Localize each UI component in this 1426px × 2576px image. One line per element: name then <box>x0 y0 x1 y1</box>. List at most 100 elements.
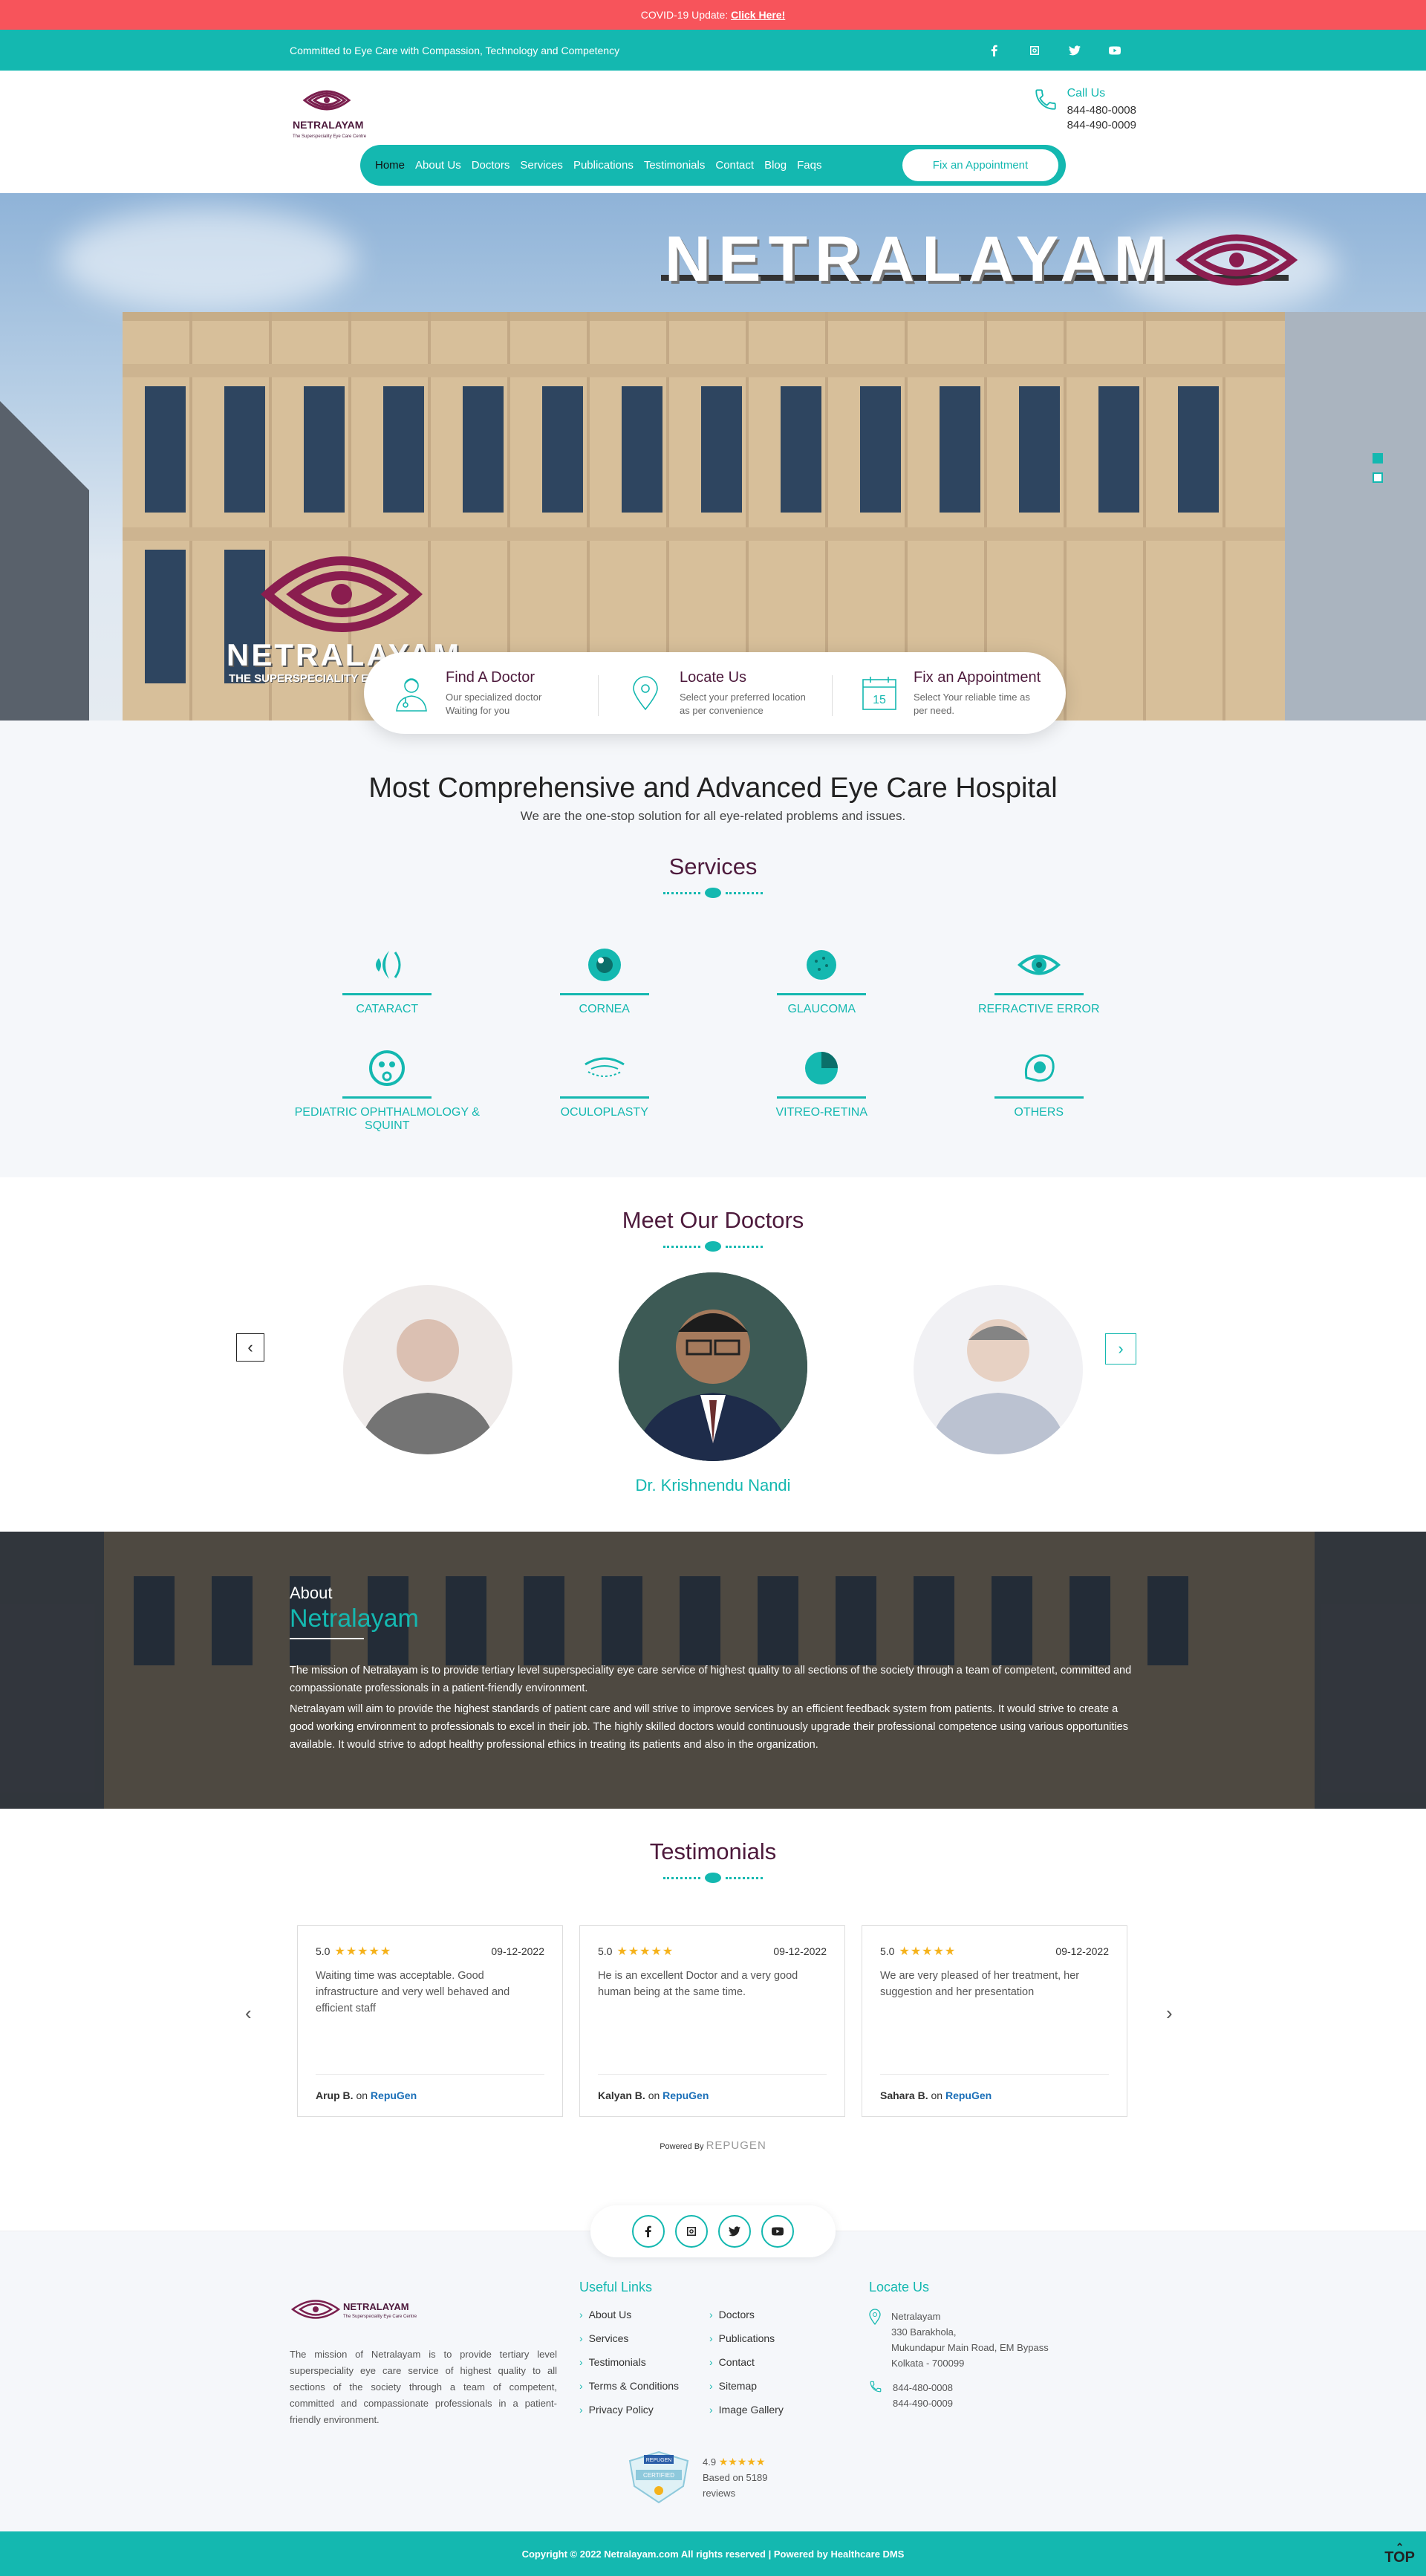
youtube-icon[interactable] <box>1102 38 1127 63</box>
covid-alert-bar: COVID-19 Update: Click Here! <box>0 0 1426 30</box>
footer-link-sitemap[interactable]: Sitemap <box>709 2380 839 2392</box>
logo-tagline: The Superspeciality Eye Care Centre <box>293 134 367 139</box>
top-bar: Committed to Eye Care with Compassion, T… <box>0 30 1426 71</box>
review-source-link[interactable]: RepuGen <box>662 2089 709 2101</box>
rating-value: 5.0 <box>316 1945 331 1957</box>
feature-desc-line: Select your preferred location <box>680 691 806 703</box>
about-section: About Netralayam The mission of Netralay… <box>0 1532 1426 1809</box>
service-refractive-error[interactable]: REFRACTIVE ERROR <box>931 943 1148 1016</box>
footer-link-services[interactable]: Services <box>579 2332 709 2344</box>
service-others[interactable]: OTHERS <box>931 1046 1148 1133</box>
doctor-photo-right[interactable] <box>914 1285 1083 1454</box>
review-date: 09-12-2022 <box>1055 1945 1109 1957</box>
review-author: Kalyan B. <box>598 2089 645 2101</box>
find-doctor-card[interactable]: Find A Doctor Our specialized doctor Wai… <box>364 669 598 718</box>
intro-title: Most Comprehensive and Advanced Eye Care… <box>368 773 1058 804</box>
site-header: NETRALAYAM The Superspeciality Eye Care … <box>0 71 1426 193</box>
facebook-icon[interactable] <box>632 2215 665 2248</box>
doctor-photo-active[interactable] <box>619 1272 807 1461</box>
footer-link-testimonials[interactable]: Testimonials <box>579 2356 709 2368</box>
location-pin-icon <box>869 2309 881 2325</box>
service-glaucoma[interactable]: GLAUCOMA <box>713 943 931 1016</box>
nav-publications[interactable]: Publications <box>573 159 634 172</box>
footer-phone-2[interactable]: 844-490-0009 <box>893 2396 953 2411</box>
service-label: OTHERS <box>1014 1106 1064 1119</box>
doctors-prev-arrow[interactable]: ‹ <box>236 1333 264 1362</box>
nav-testimonials[interactable]: Testimonials <box>644 159 706 172</box>
nav-doctors[interactable]: Doctors <box>472 159 510 172</box>
footer-phones: 844-480-0008 844-490-0009 <box>869 2380 1049 2411</box>
social-links <box>982 38 1127 63</box>
service-label: CORNEA <box>579 1003 630 1015</box>
footer-address: Netralayam 330 Barakhola, Mukundapur Mai… <box>869 2309 1049 2371</box>
footer-link-contact[interactable]: Contact <box>709 2356 839 2368</box>
service-label: REFRACTIVE ERROR <box>977 1003 1100 1015</box>
intro-subtitle: We are the one-stop solution for all eye… <box>520 809 906 823</box>
alert-text: COVID-19 Update: <box>640 9 729 21</box>
service-cornea[interactable]: CORNEA <box>496 943 714 1016</box>
footer-phone-1[interactable]: 844-480-0008 <box>893 2380 953 2396</box>
review-source-link[interactable]: RepuGen <box>371 2089 417 2101</box>
vitreo-retina-icon <box>799 1046 844 1090</box>
fix-appointment-button[interactable]: Fix an Appointment <box>902 149 1058 181</box>
doctors-next-arrow[interactable]: › <box>1105 1333 1136 1365</box>
slider-dot-1[interactable] <box>1373 453 1383 464</box>
facebook-icon[interactable] <box>982 38 1007 63</box>
useful-links-heading: Useful Links <box>579 2280 653 2294</box>
nav-blog[interactable]: Blog <box>764 159 787 172</box>
rooftop-sign: NETRALAYAM <box>665 224 1175 295</box>
nav-contact[interactable]: Contact <box>715 159 754 172</box>
nav-faqs[interactable]: Faqs <box>797 159 821 172</box>
hero-slider: NETRALAYAM NETRALAYAM THE SUPERSPECIALIT… <box>0 193 1426 721</box>
footer-link-terms[interactable]: Terms & Conditions <box>579 2380 709 2392</box>
repugen-certified-badge[interactable]: REPUGEN CERTIFIED 4.9 ★★★★★ Based on 518… <box>625 2449 767 2505</box>
phone-number-2[interactable]: 844-490-0009 <box>1067 118 1136 133</box>
footer-logo[interactable]: NETRALAYAM The Superspeciality Eye Care … <box>290 2291 423 2328</box>
testimonials-next-arrow[interactable]: › <box>1166 2002 1173 2025</box>
footer-link-about-us[interactable]: About Us <box>579 2309 709 2320</box>
slider-dot-2[interactable] <box>1373 472 1383 483</box>
service-pediatric[interactable]: PEDIATRIC OPHTHALMOLOGY & SQUINT <box>279 1046 496 1133</box>
locate-us-card[interactable]: Locate Us Select your preferred location… <box>598 669 832 718</box>
footer-links-column: Useful Links About Us Doctors Services P… <box>579 2280 839 2416</box>
youtube-icon[interactable] <box>761 2215 794 2248</box>
phone-number-1[interactable]: 844-480-0008 <box>1067 103 1136 118</box>
calendar-day: 15 <box>873 694 886 706</box>
footer-link-image-gallery[interactable]: Image Gallery <box>709 2404 839 2416</box>
instagram-icon[interactable] <box>1022 38 1047 63</box>
nav-services[interactable]: Services <box>520 159 563 172</box>
doctors-section: Meet Our Doctors ‹ › Dr. Krishnendu Nand… <box>0 1177 1426 1532</box>
call-label: Call Us <box>1067 87 1106 100</box>
tagline: Committed to Eye Care with Compassion, T… <box>290 44 620 56</box>
testimonials-section: Testimonials ‹ 5.0 ★★★★★ 09-12-2022 Waitin… <box>0 1809 1426 2231</box>
active-doctor-name[interactable]: Dr. Krishnendu Nandi <box>0 1476 1426 1495</box>
back-to-top-button[interactable]: ⌃ TOP <box>1384 2542 1415 2565</box>
service-cataract[interactable]: CATARACT <box>279 943 496 1016</box>
alert-link[interactable]: Click Here! <box>731 9 785 21</box>
doctors-heading: Meet Our Doctors <box>622 1207 804 1233</box>
footer-link-doctors[interactable]: Doctors <box>709 2309 839 2320</box>
copyright-text: Copyright © 2022 Netralayam.com All righ… <box>521 2548 905 2560</box>
testimonials-prev-arrow[interactable]: ‹ <box>245 2002 252 2025</box>
review-source-link[interactable]: RepuGen <box>945 2089 992 2101</box>
footer-link-privacy-policy[interactable]: Privacy Policy <box>579 2404 709 2416</box>
doctor-photo-left[interactable] <box>343 1285 512 1454</box>
service-vitreo-retina[interactable]: VITREO-RETINA <box>713 1046 931 1133</box>
appointment-card[interactable]: 15 Fix an Appointment Select Your reliab… <box>832 669 1066 718</box>
twitter-icon[interactable] <box>718 2215 751 2248</box>
cornea-icon <box>582 943 627 987</box>
svg-text:REPUGEN: REPUGEN <box>646 2458 672 2463</box>
instagram-icon[interactable] <box>675 2215 708 2248</box>
powered-by-repugen[interactable]: Powered By REPUGEN <box>0 2139 1426 2152</box>
footer-link-publications[interactable]: Publications <box>709 2332 839 2344</box>
feature-desc-line: per need. <box>914 704 954 716</box>
badge-rating: 4.9 <box>703 2456 717 2468</box>
review-text: He is an excellent Doctor and a very goo… <box>598 1970 798 1998</box>
nav-about-us[interactable]: About Us <box>415 159 461 172</box>
twitter-icon[interactable] <box>1062 38 1087 63</box>
nav-home[interactable]: Home <box>375 159 405 172</box>
locate-us-heading: Locate Us <box>869 2280 930 2294</box>
oculoplasty-icon <box>582 1046 627 1090</box>
site-logo[interactable]: NETRALAYAM The Superspeciality Eye Care … <box>290 84 379 143</box>
service-oculoplasty[interactable]: OCULOPLASTY <box>496 1046 714 1133</box>
